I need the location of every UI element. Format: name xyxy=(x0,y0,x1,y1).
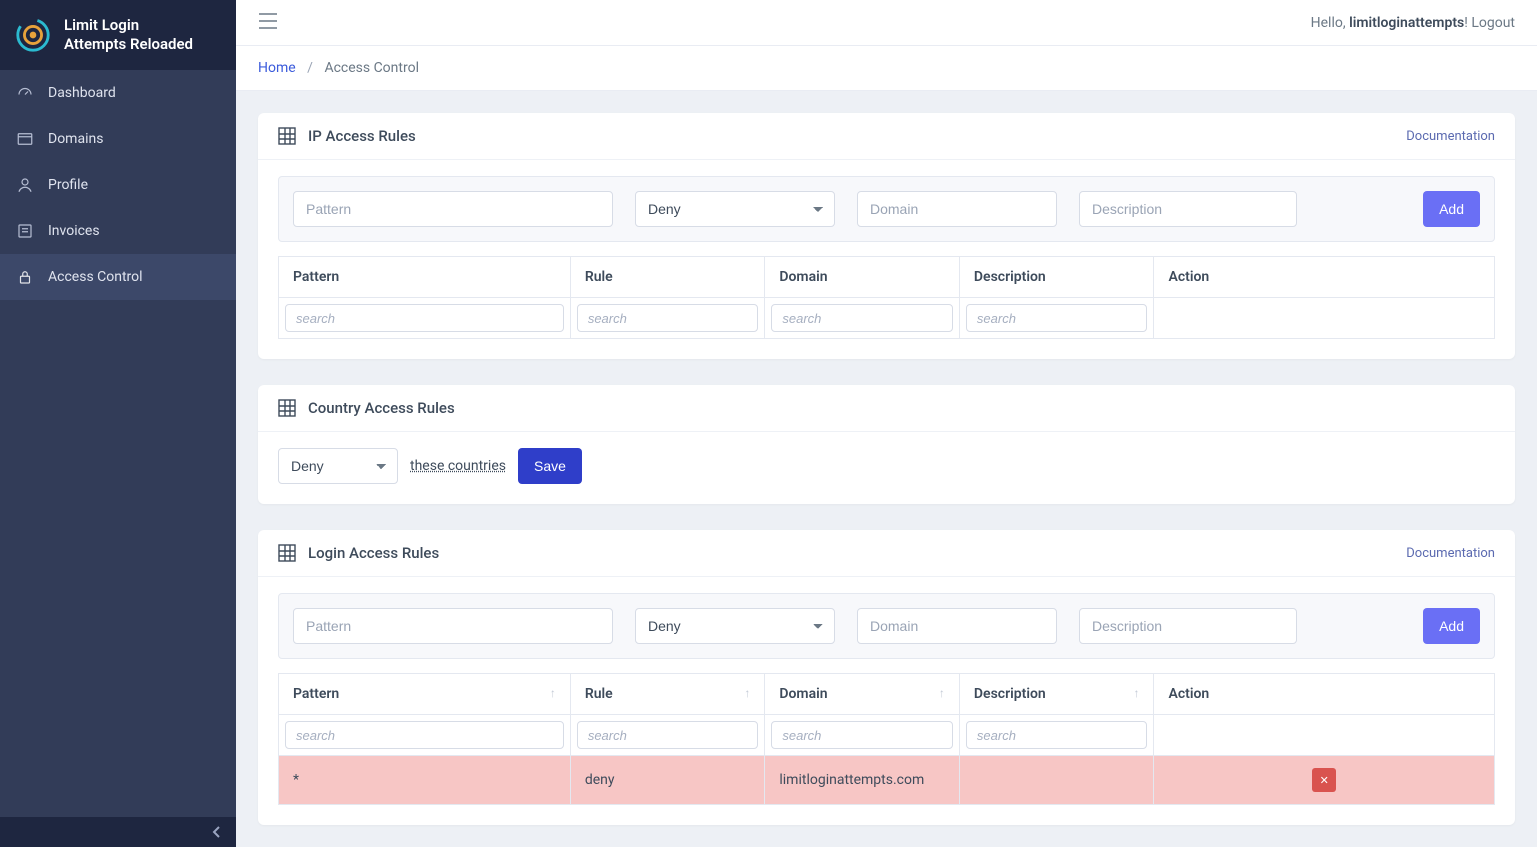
delete-button[interactable]: ✕ xyxy=(1312,768,1336,792)
invoice-icon xyxy=(16,222,34,240)
breadcrumb: Home / Access Control xyxy=(236,46,1537,91)
search-description[interactable] xyxy=(966,721,1148,749)
ip-rules-table: Pattern Rule Domain Description Action xyxy=(278,256,1495,339)
rule-select[interactable]: Deny xyxy=(635,191,835,227)
col-domain[interactable]: Domain xyxy=(765,257,960,298)
lock-icon xyxy=(16,268,34,286)
card-title: IP Access Rules xyxy=(308,127,416,145)
domain-input[interactable] xyxy=(857,191,1057,227)
search-pattern[interactable] xyxy=(285,721,564,749)
topbar: Hello, limitloginattempts! Logout xyxy=(236,0,1537,46)
sidebar-item-label: Access Control xyxy=(48,269,143,285)
close-icon: ✕ xyxy=(1320,774,1329,787)
col-domain[interactable]: Domain↑ xyxy=(765,674,960,715)
table-row[interactable]: * deny limitloginattempts.com ✕ xyxy=(279,756,1495,805)
username: limitloginattempts xyxy=(1349,15,1464,31)
card-title: Country Access Rules xyxy=(308,399,455,417)
documentation-link[interactable]: Documentation xyxy=(1406,546,1495,561)
pattern-input[interactable] xyxy=(293,191,613,227)
search-rule[interactable] xyxy=(577,304,759,332)
sidebar-item-domains[interactable]: Domains xyxy=(0,116,236,162)
col-rule[interactable]: Rule xyxy=(570,257,765,298)
pattern-input[interactable] xyxy=(293,608,613,644)
ip-access-rules-card: IP Access Rules Documentation Deny xyxy=(258,113,1515,359)
gauge-icon xyxy=(16,84,34,102)
chevron-left-icon xyxy=(212,825,222,839)
sort-icon: ↑ xyxy=(939,686,945,700)
cell-rule: deny xyxy=(570,756,765,805)
sidebar-item-access-control[interactable]: Access Control xyxy=(0,254,236,300)
sort-icon: ↑ xyxy=(550,686,556,700)
add-button[interactable]: Add xyxy=(1423,608,1480,644)
search-domain[interactable] xyxy=(771,721,953,749)
login-access-rules-card: Login Access Rules Documentation Deny xyxy=(258,530,1515,825)
breadcrumb-separator: / xyxy=(307,60,313,76)
add-button[interactable]: Add xyxy=(1423,191,1480,227)
window-icon xyxy=(16,130,34,148)
search-rule[interactable] xyxy=(577,721,759,749)
col-description[interactable]: Description xyxy=(959,257,1154,298)
these-countries-link[interactable]: these countries xyxy=(410,458,506,474)
main: Hello, limitloginattempts! Logout Home /… xyxy=(236,0,1537,847)
breadcrumb-home[interactable]: Home xyxy=(258,60,296,76)
col-action: Action xyxy=(1154,674,1495,715)
sidebar-collapse-toggle[interactable] xyxy=(0,817,236,847)
col-action: Action xyxy=(1154,257,1495,298)
sidebar-item-label: Invoices xyxy=(48,223,100,239)
brand: Limit LoginAttempts Reloaded xyxy=(0,0,236,70)
rule-select[interactable]: Deny xyxy=(635,608,835,644)
domain-input[interactable] xyxy=(857,608,1057,644)
description-input[interactable] xyxy=(1079,191,1297,227)
sort-icon: ↑ xyxy=(744,686,750,700)
grid-icon xyxy=(278,127,296,145)
cell-pattern: * xyxy=(279,756,571,805)
cell-description xyxy=(959,756,1154,805)
brand-title: Limit LoginAttempts Reloaded xyxy=(64,16,193,54)
country-rule-select[interactable]: Deny xyxy=(278,448,398,484)
col-pattern[interactable]: Pattern xyxy=(279,257,571,298)
sidebar-item-label: Domains xyxy=(48,131,103,147)
sidebar-item-label: Profile xyxy=(48,177,88,193)
country-access-rules-card: Country Access Rules Deny these countrie… xyxy=(258,385,1515,504)
menu-toggle[interactable] xyxy=(258,13,278,33)
documentation-link[interactable]: Documentation xyxy=(1406,129,1495,144)
search-description[interactable] xyxy=(966,304,1148,332)
save-button[interactable]: Save xyxy=(518,448,582,484)
col-rule[interactable]: Rule↑ xyxy=(570,674,765,715)
brand-logo-icon xyxy=(14,16,52,54)
card-title: Login Access Rules xyxy=(308,544,439,562)
grid-icon xyxy=(278,544,296,562)
ip-add-rule-row: Deny Add xyxy=(278,176,1495,242)
user-icon xyxy=(16,176,34,194)
grid-icon xyxy=(278,399,296,417)
logout-link[interactable]: Logout xyxy=(1471,15,1515,31)
sidebar-item-invoices[interactable]: Invoices xyxy=(0,208,236,254)
login-rules-table: Pattern↑ Rule↑ Domain↑ Description↑ Acti… xyxy=(278,673,1495,805)
col-description[interactable]: Description↑ xyxy=(959,674,1154,715)
sidebar-item-dashboard[interactable]: Dashboard xyxy=(0,70,236,116)
search-pattern[interactable] xyxy=(285,304,564,332)
sidebar-nav: Dashboard Domains Profile Invoices Acces… xyxy=(0,70,236,300)
cell-domain: limitloginattempts.com xyxy=(765,756,960,805)
sidebar-item-label: Dashboard xyxy=(48,85,116,101)
sidebar-item-profile[interactable]: Profile xyxy=(0,162,236,208)
hamburger-icon xyxy=(258,13,278,29)
login-add-rule-row: Deny Add xyxy=(278,593,1495,659)
search-domain[interactable] xyxy=(771,304,953,332)
breadcrumb-current: Access Control xyxy=(324,60,419,76)
cell-action: ✕ xyxy=(1154,756,1495,805)
col-pattern[interactable]: Pattern↑ xyxy=(279,674,571,715)
description-input[interactable] xyxy=(1079,608,1297,644)
sort-icon: ↑ xyxy=(1133,686,1139,700)
sidebar: Limit LoginAttempts Reloaded Dashboard D… xyxy=(0,0,236,847)
user-greeting: Hello, limitloginattempts! Logout xyxy=(1311,15,1515,31)
